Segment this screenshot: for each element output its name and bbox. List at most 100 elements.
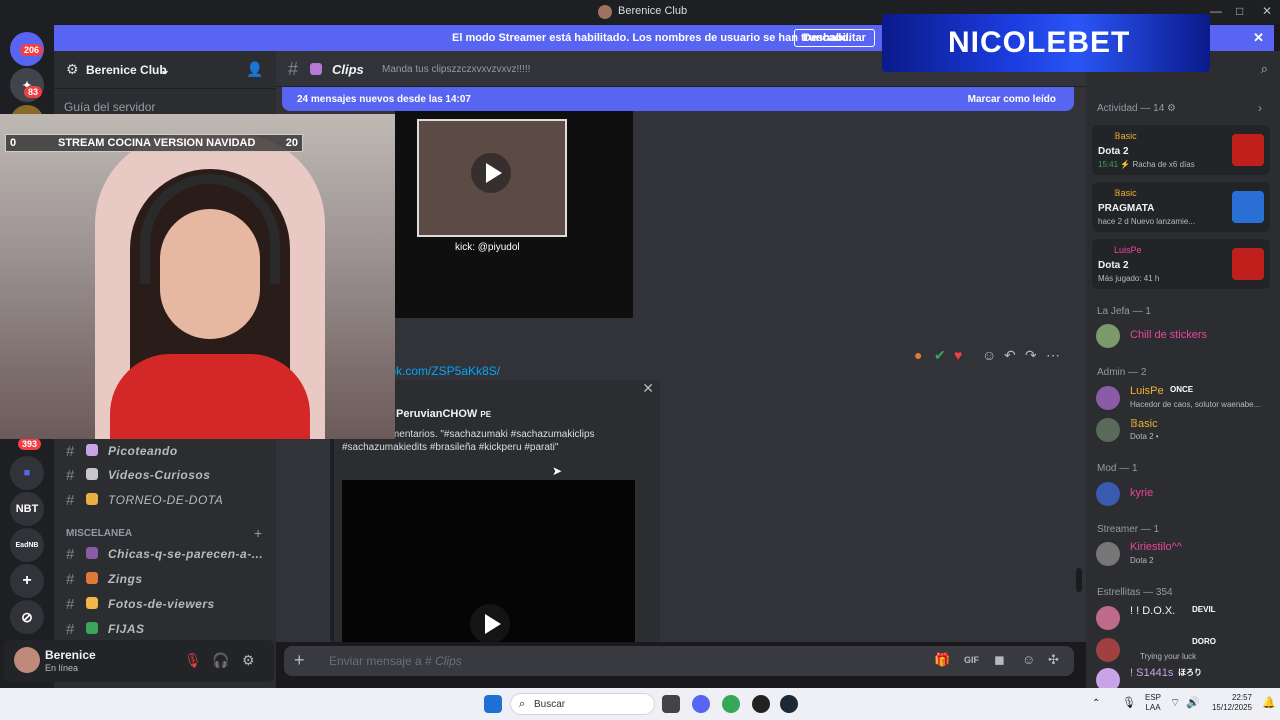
channel-chicas[interactable]: # Chicas-q-se-parecen-a-...: [60, 543, 270, 565]
language-bottom: LAA: [1145, 703, 1161, 712]
forward-icon[interactable]: ↷: [1025, 347, 1037, 364]
avatar: [1096, 606, 1120, 630]
member-item[interactable]: DORO Trying your luck: [1092, 634, 1274, 666]
disable-streamer-button[interactable]: Deshabilitar: [794, 29, 875, 47]
hash-icon: #: [66, 621, 75, 638]
user-settings-icon[interactable]: ⚙: [242, 652, 255, 669]
gift-icon[interactable]: 🎁: [934, 652, 950, 668]
channel-label: FIJAS: [108, 622, 145, 636]
attach-plus-icon[interactable]: +: [294, 650, 305, 671]
gif-icon[interactable]: GIF: [964, 655, 979, 665]
channel-videos-curiosos[interactable]: # Videos-Curiosos: [60, 464, 270, 486]
maximize-button[interactable]: □: [1236, 4, 1243, 18]
composer-placeholder[interactable]: Enviar mensaje a # Clips: [329, 654, 462, 668]
member-item[interactable]: kyrie: [1092, 478, 1274, 510]
mark-as-read-button[interactable]: Marcar como leído: [968, 94, 1056, 105]
channel-picoteando[interactable]: # Picoteando: [60, 440, 270, 462]
add-channel-icon[interactable]: +: [254, 525, 262, 541]
microphone-icon[interactable]: 🎙: [1122, 698, 1136, 709]
emoji-icon[interactable]: ☺: [1022, 652, 1035, 667]
deafen-icon[interactable]: 🎧: [212, 652, 229, 669]
taskbar-search[interactable]: ⌕ Buscar: [510, 693, 655, 715]
embed-video[interactable]: [342, 480, 635, 644]
clip-thumbnail[interactable]: [395, 111, 633, 318]
play-icon[interactable]: [470, 604, 510, 644]
more-options-icon[interactable]: ⋯: [1046, 347, 1060, 364]
member-item[interactable]: Chill de stickers: [1092, 320, 1274, 352]
hash-icon: #: [288, 59, 299, 79]
activity-card[interactable]: 𝔹asic Dota 2 15:41 ⚡ Racha de x6 días: [1092, 125, 1270, 175]
remove-embed-icon[interactable]: ✕: [642, 380, 654, 397]
member-item[interactable]: 𝔹asic Dota 2 •: [1092, 414, 1274, 446]
apps-icon[interactable]: ✣: [1048, 652, 1059, 668]
channel-emoji: [86, 572, 98, 584]
activity-card[interactable]: LuisPe Dota 2 Más jugado: 41 h: [1092, 239, 1270, 289]
steam-icon[interactable]: [780, 695, 798, 713]
clock[interactable]: 22:57 15/12/2025: [1210, 693, 1252, 713]
server-guide-link[interactable]: Guía del servidor: [64, 100, 155, 114]
member-item[interactable]: Kiriestilo^^ Dota 2: [1092, 538, 1274, 570]
category-miscelanea[interactable]: MISCELANEA: [66, 528, 132, 539]
embed-author[interactable]: PeruvianCHOW PE: [396, 408, 491, 420]
channel-topic[interactable]: Manda tus clipszzczxvxvzvxvz!!!!!: [382, 64, 530, 75]
search-icon[interactable]: ⌕: [1261, 61, 1268, 77]
hash-icon: #: [66, 492, 75, 509]
add-server-icon[interactable]: +: [10, 564, 44, 598]
webcam-overlay: 0 STREAM COCINA VERSION NAVIDAD 20: [0, 114, 395, 439]
add-reaction-icon[interactable]: ☺: [982, 347, 996, 363]
guild-header[interactable]: ⚙ Berenice Club ⌄ 👤: [54, 51, 276, 89]
task-view-icon[interactable]: [662, 695, 680, 713]
sticker-icon[interactable]: ◼: [994, 652, 1005, 668]
heart-emoji-icon[interactable]: ♥: [954, 347, 962, 363]
activity-header: Actividad — 14 ⚙: [1097, 103, 1177, 114]
channel-emoji: [86, 493, 98, 505]
activity-card[interactable]: 𝔹asic PRAGMATA hace 2 d Nuevo lanzamie..…: [1092, 182, 1270, 232]
obs-icon[interactable]: [752, 695, 770, 713]
message-composer[interactable]: + Enviar mensaje a # Clips 🎁 GIF ◼ ☺ ✣: [284, 646, 1074, 676]
server-eadnb[interactable]: EadNB: [10, 528, 44, 562]
avatar[interactable]: [14, 647, 40, 673]
mute-mic-icon[interactable]: 🎙: [184, 652, 202, 669]
minimize-button[interactable]: —: [1210, 4, 1222, 18]
chrome-icon[interactable]: [722, 695, 740, 713]
new-messages-bar[interactable]: 24 mensajes nuevos desde las 14:07 Marca…: [282, 87, 1074, 111]
invite-people-icon[interactable]: 👤: [246, 61, 263, 78]
message-link[interactable]: tok.com/ZSP5aKk8S/: [386, 364, 500, 378]
member-item[interactable]: ! ! D.O.X. DEVIL: [1092, 602, 1274, 634]
user-panel: Berenice En línea 🎙 🎧 ⚙: [4, 640, 274, 682]
check-emoji-icon[interactable]: ✔: [934, 347, 946, 364]
channel-fijas[interactable]: # FIJAS: [60, 618, 270, 640]
tray-chevron-icon[interactable]: ⌃: [1092, 699, 1100, 709]
explore-icon[interactable]: ⊘: [10, 600, 44, 634]
reply-icon[interactable]: ↶: [1004, 347, 1016, 364]
play-icon[interactable]: [471, 153, 511, 193]
folder-icon[interactable]: ■: [10, 456, 44, 490]
member-item[interactable]: ! S1441s ほろり: [1092, 664, 1274, 688]
wifi-icon[interactable]: ⌔: [1170, 698, 1180, 709]
channel-zings[interactable]: # Zings: [60, 568, 270, 590]
channel-fotos-de-viewers[interactable]: # Fotos-de-viewers: [60, 593, 270, 615]
role-header: Mod — 1: [1097, 463, 1138, 474]
language-indicator[interactable]: ESP LAA: [1145, 693, 1161, 713]
server-nbt[interactable]: NBT: [10, 492, 44, 526]
streamer-mode-message: El modo Streamer está habilitado. Los no…: [452, 32, 852, 44]
banner-close-icon[interactable]: ✕: [1253, 30, 1264, 46]
windows-start-icon[interactable]: [484, 695, 502, 713]
activity-header-label: Actividad — 14: [1097, 103, 1165, 114]
dota-game-icon: [1232, 134, 1264, 166]
volume-icon[interactable]: 🔊: [1186, 698, 1200, 709]
mouse-cursor-icon: ➤: [552, 464, 563, 478]
window-title: Berenice Club: [618, 5, 688, 17]
reaction-emoji-icon[interactable]: ●: [914, 347, 922, 363]
member-item[interactable]: LuisPe ONCE Hacedor de caos, solutor wae…: [1092, 382, 1274, 414]
member-name: ! ! D.O.X.: [1130, 605, 1176, 617]
channel-torneo-de-dota[interactable]: # TORNEO-DE-DOTA: [60, 489, 270, 511]
chat-scrollbar[interactable]: [1076, 568, 1082, 592]
discord-icon[interactable]: [692, 695, 710, 713]
window-close-button[interactable]: ✕: [1262, 4, 1272, 18]
notification-icon[interactable]: 🔔: [1262, 698, 1276, 709]
channel-label: Videos-Curiosos: [108, 468, 211, 482]
dm-badge: 206: [20, 44, 44, 56]
avatar: [1096, 542, 1120, 566]
chevron-right-icon[interactable]: ›: [1258, 101, 1262, 115]
